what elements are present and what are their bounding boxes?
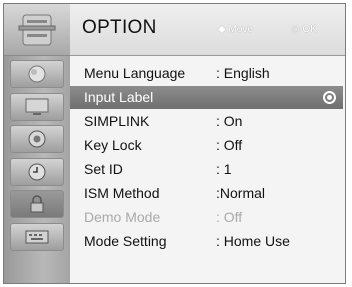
menu-item-value: : On — [216, 113, 243, 129]
mode-setting-row[interactable]: Mode Setting : Home Use — [70, 230, 345, 253]
menu-item-value: : 1 — [216, 161, 232, 177]
menu-item-label: Demo Mode — [84, 209, 161, 225]
page-title: OPTION — [82, 17, 157, 38]
menu-item-value: : Off — [216, 209, 243, 225]
menu-item-value: : English — [216, 65, 270, 81]
input-label-row[interactable]: Input Label — [70, 86, 343, 109]
clock-icon[interactable] — [10, 158, 64, 186]
simplink-row[interactable]: SIMPLINK : On — [70, 110, 345, 133]
menu-item-label: ISM Method — [84, 185, 160, 201]
menu-header: OPTION ◆ Move ◎ OK — [70, 4, 345, 56]
lock-icon[interactable] — [10, 190, 64, 218]
selected-radio-icon — [323, 91, 336, 104]
demo-mode-row: Demo Mode : Off — [70, 206, 345, 229]
set-id-row[interactable]: Set ID : 1 — [70, 158, 345, 181]
speaker-icon[interactable] — [10, 125, 64, 153]
tv-screen-icon[interactable] — [10, 93, 64, 121]
option-menu-window: OPTION ◆ Move ◎ OK Menu Language : Engli… — [3, 3, 346, 284]
menu-language-row[interactable]: Menu Language : English — [70, 62, 345, 85]
menu-item-label: Mode Setting — [84, 233, 167, 249]
menu-item-label: Menu Language — [84, 65, 186, 81]
menu-item-label: SIMPLINK — [84, 113, 150, 129]
option-category-icon — [4, 4, 70, 56]
ok-hint: ◎ OK — [291, 24, 317, 35]
menu-item-value: : Off — [216, 137, 243, 153]
menu-item-label: Key Lock — [84, 137, 142, 153]
ok-button-icon: ◎ — [291, 24, 300, 35]
keyboard-icon[interactable] — [10, 223, 64, 251]
ism-method-row[interactable]: ISM Method :Normal — [70, 182, 345, 205]
option-menu-list: Menu Language : English Input Label SIMP… — [70, 56, 345, 283]
menu-item-label: Set ID — [84, 161, 123, 177]
category-sidebar — [4, 4, 70, 283]
move-hint: ◆ Move — [218, 24, 253, 35]
menu-item-value: : Home Use — [216, 233, 290, 249]
picture-icon[interactable] — [10, 60, 64, 88]
key-lock-row[interactable]: Key Lock : Off — [70, 134, 345, 157]
move-arrows-icon: ◆ — [218, 24, 226, 35]
menu-item-label: Input Label — [84, 89, 154, 105]
menu-item-value: :Normal — [216, 185, 266, 201]
